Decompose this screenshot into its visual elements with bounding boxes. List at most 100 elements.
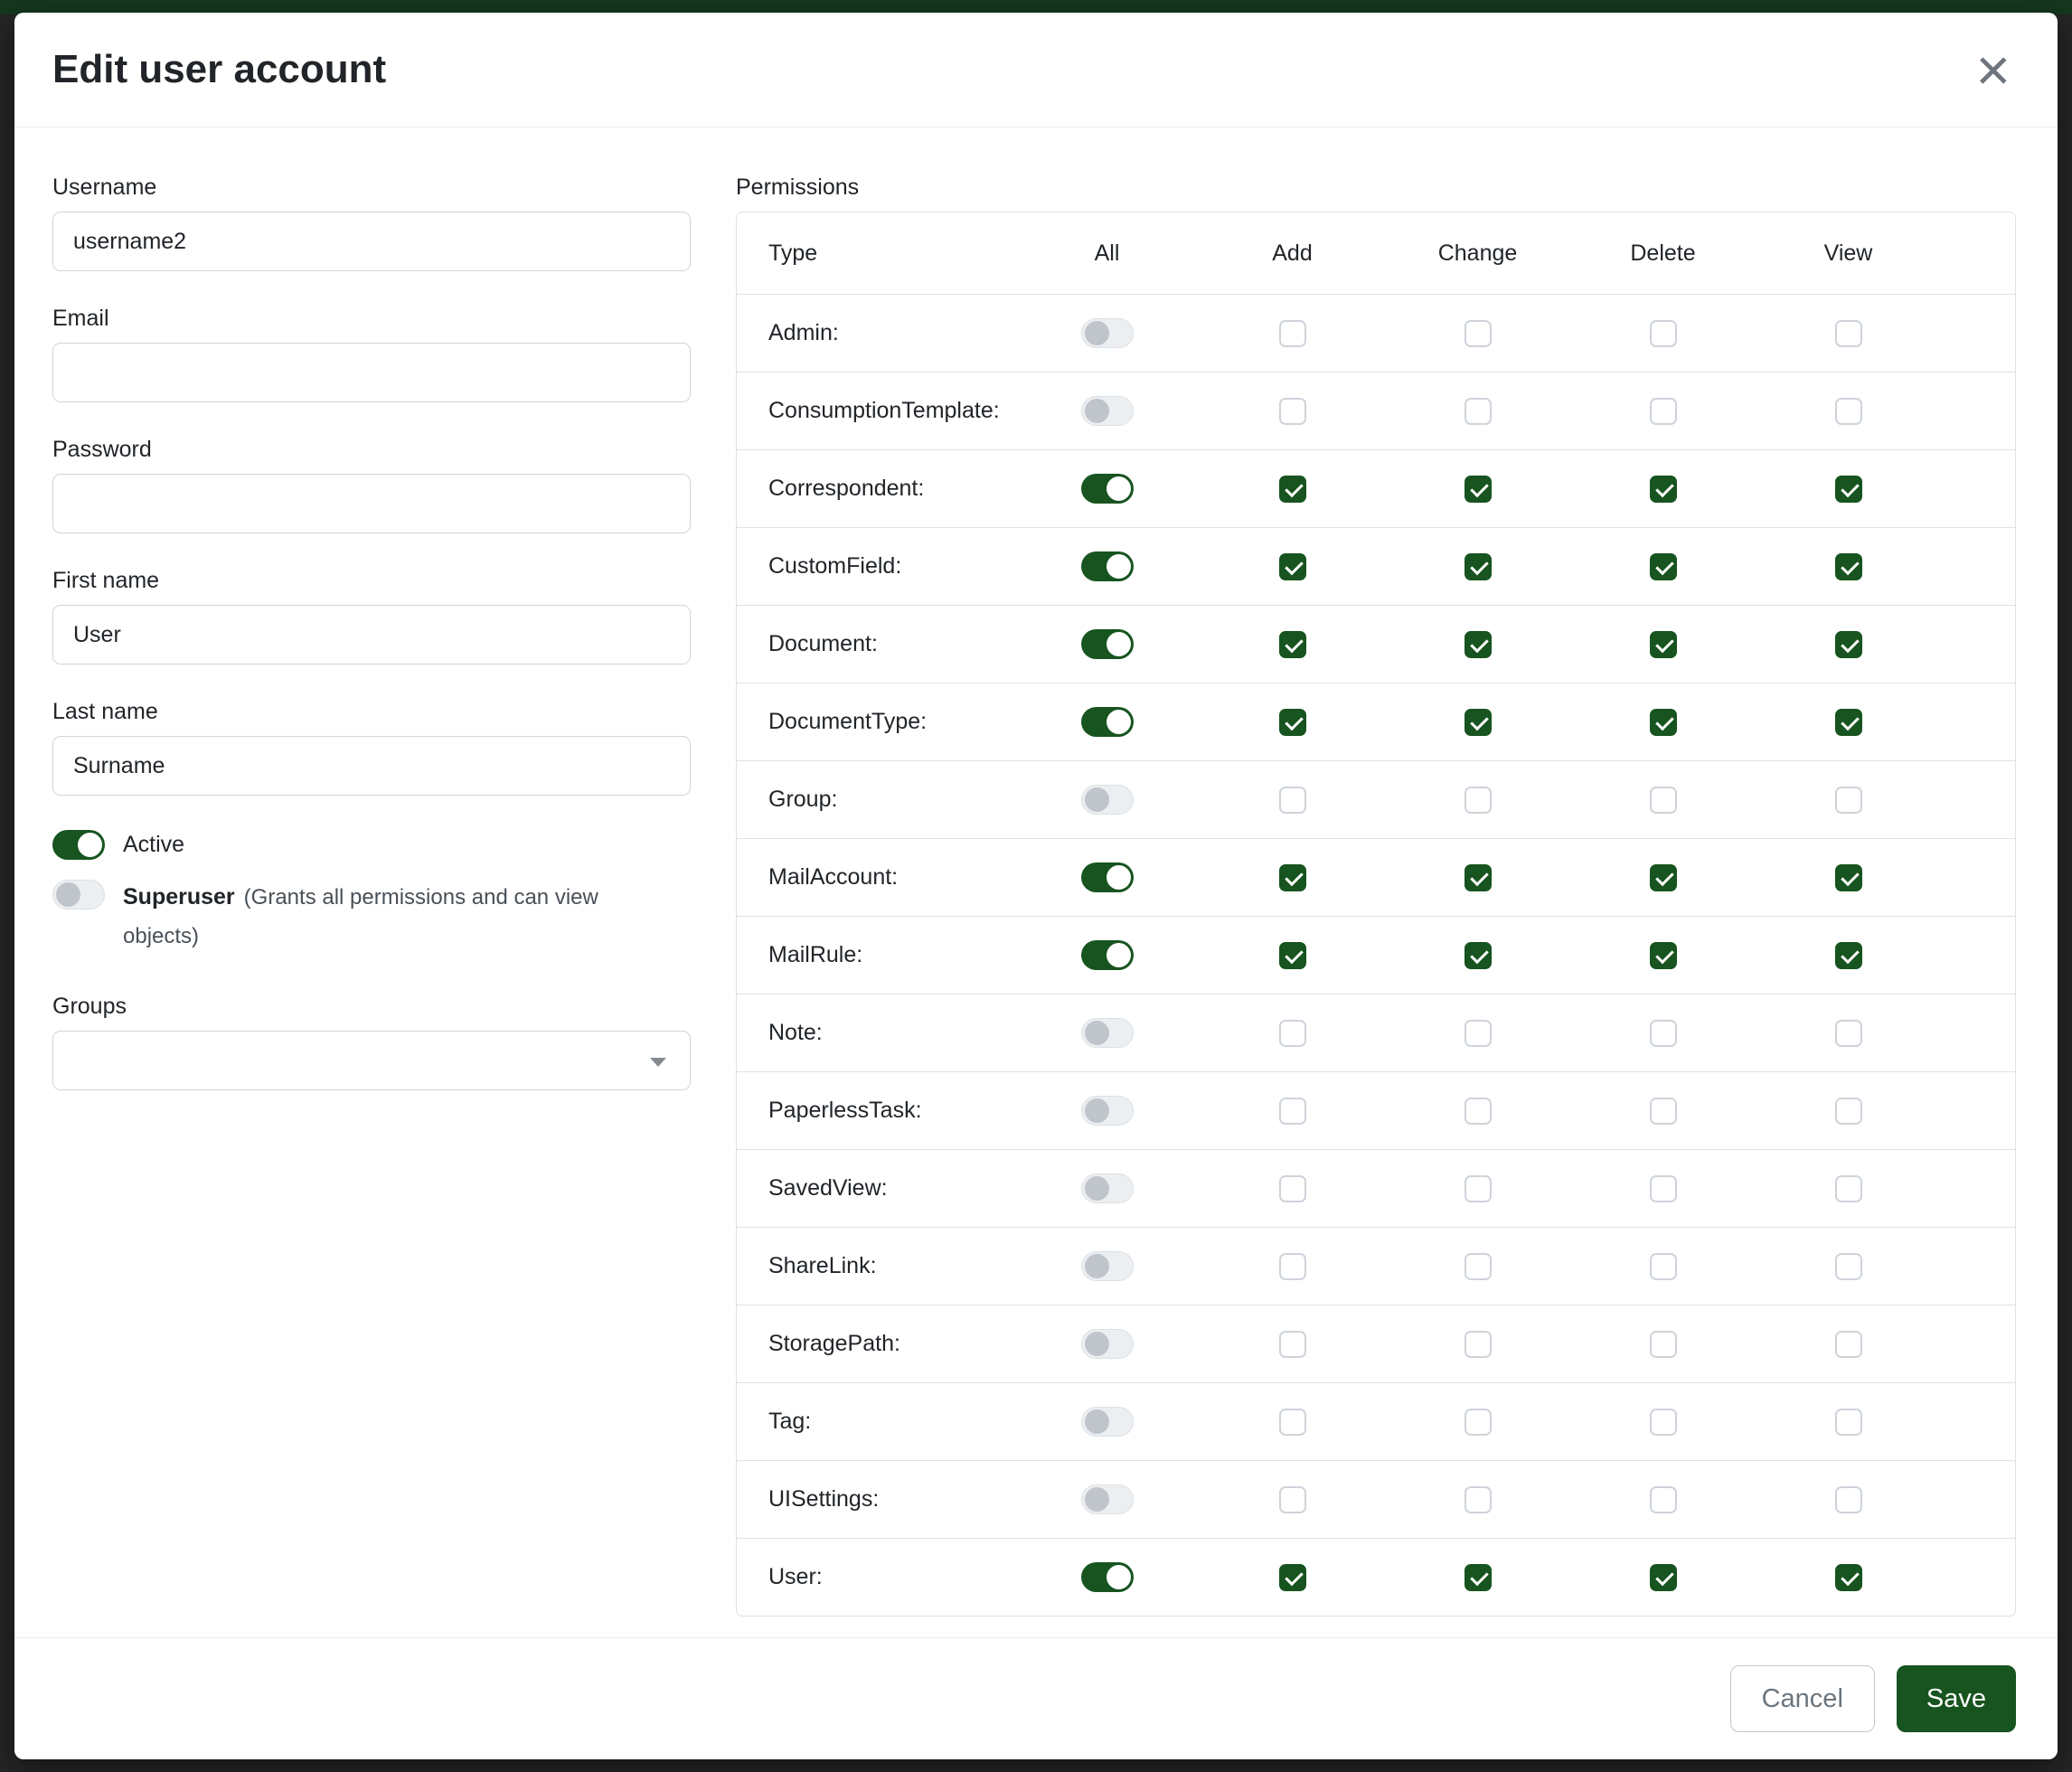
perm-all-toggle[interactable]: [1081, 1173, 1134, 1203]
perm-delete-checkbox[interactable]: [1650, 398, 1677, 425]
save-button[interactable]: Save: [1897, 1665, 2016, 1732]
perm-add-checkbox[interactable]: [1279, 787, 1306, 814]
superuser-toggle[interactable]: [52, 880, 105, 910]
perm-view-checkbox[interactable]: [1835, 942, 1862, 969]
perm-change-checkbox[interactable]: [1465, 476, 1492, 503]
perm-delete-checkbox[interactable]: [1650, 631, 1677, 658]
perm-add-checkbox[interactable]: [1279, 1253, 1306, 1280]
perm-change-checkbox[interactable]: [1465, 864, 1492, 891]
perm-add-checkbox[interactable]: [1279, 1020, 1306, 1047]
perm-add-checkbox[interactable]: [1279, 320, 1306, 347]
perm-delete-checkbox[interactable]: [1650, 476, 1677, 503]
perm-all-toggle[interactable]: [1081, 785, 1134, 815]
perm-view-checkbox[interactable]: [1835, 398, 1862, 425]
perm-delete-checkbox[interactable]: [1650, 1020, 1677, 1047]
perm-add-checkbox[interactable]: [1279, 1098, 1306, 1125]
password-input[interactable]: [52, 474, 691, 533]
perm-delete-checkbox[interactable]: [1650, 1409, 1677, 1436]
perm-change-checkbox[interactable]: [1465, 1175, 1492, 1202]
perm-change-checkbox[interactable]: [1465, 1253, 1492, 1280]
perm-all-toggle[interactable]: [1081, 474, 1134, 504]
perm-view-checkbox[interactable]: [1835, 864, 1862, 891]
perm-add-checkbox[interactable]: [1279, 1175, 1306, 1202]
perm-view-checkbox[interactable]: [1835, 1564, 1862, 1591]
perm-all-toggle[interactable]: [1081, 1407, 1134, 1437]
perm-all-toggle[interactable]: [1081, 551, 1134, 581]
dropdown-caret-icon: [650, 1058, 666, 1067]
close-button[interactable]: ×: [1970, 40, 2016, 99]
perm-change-checkbox[interactable]: [1465, 787, 1492, 814]
perm-change-checkbox[interactable]: [1465, 398, 1492, 425]
perm-add-checkbox[interactable]: [1279, 398, 1306, 425]
perm-delete-checkbox[interactable]: [1650, 320, 1677, 347]
perm-change-checkbox[interactable]: [1465, 1564, 1492, 1591]
perm-change-checkbox[interactable]: [1465, 1098, 1492, 1125]
cancel-button[interactable]: Cancel: [1730, 1665, 1875, 1732]
perm-delete-checkbox[interactable]: [1650, 942, 1677, 969]
groups-select[interactable]: [52, 1031, 691, 1090]
perm-all-toggle[interactable]: [1081, 940, 1134, 970]
email-input[interactable]: [52, 343, 691, 402]
perm-change-checkbox[interactable]: [1465, 1409, 1492, 1436]
perm-view-checkbox[interactable]: [1835, 631, 1862, 658]
perm-add-checkbox[interactable]: [1279, 1486, 1306, 1513]
perm-add-checkbox[interactable]: [1279, 476, 1306, 503]
perm-delete-checkbox[interactable]: [1650, 1175, 1677, 1202]
perm-all-toggle[interactable]: [1081, 318, 1134, 348]
perm-view-checkbox[interactable]: [1835, 709, 1862, 736]
perm-view-checkbox[interactable]: [1835, 1331, 1862, 1358]
perm-change-checkbox[interactable]: [1465, 942, 1492, 969]
first-name-input[interactable]: [52, 605, 691, 664]
perm-all-toggle[interactable]: [1081, 707, 1134, 737]
perm-add-checkbox[interactable]: [1279, 1409, 1306, 1436]
perm-view-checkbox[interactable]: [1835, 1020, 1862, 1047]
perm-all-toggle[interactable]: [1081, 862, 1134, 892]
perm-change-checkbox[interactable]: [1465, 1486, 1492, 1513]
perm-view-checkbox[interactable]: [1835, 1098, 1862, 1125]
perm-add-checkbox[interactable]: [1279, 1564, 1306, 1591]
perm-all-toggle[interactable]: [1081, 1096, 1134, 1126]
permission-row: Correspondent:: [737, 449, 2015, 527]
perm-view-checkbox[interactable]: [1835, 1175, 1862, 1202]
perm-change-checkbox[interactable]: [1465, 1331, 1492, 1358]
perm-view-checkbox[interactable]: [1835, 476, 1862, 503]
perm-delete-checkbox[interactable]: [1650, 709, 1677, 736]
perm-delete-checkbox[interactable]: [1650, 864, 1677, 891]
perm-change-checkbox[interactable]: [1465, 631, 1492, 658]
perm-add-checkbox[interactable]: [1279, 1331, 1306, 1358]
perm-change-checkbox[interactable]: [1465, 1020, 1492, 1047]
perm-delete-checkbox[interactable]: [1650, 553, 1677, 580]
perm-change-checkbox[interactable]: [1465, 320, 1492, 347]
perm-view-checkbox[interactable]: [1835, 787, 1862, 814]
perm-add-checkbox[interactable]: [1279, 864, 1306, 891]
column-header-type: Type: [737, 240, 1014, 267]
perm-all-toggle[interactable]: [1081, 1329, 1134, 1359]
perm-type-label: ShareLink:: [737, 1253, 1014, 1279]
perm-all-toggle[interactable]: [1081, 1562, 1134, 1592]
perm-change-checkbox[interactable]: [1465, 553, 1492, 580]
perm-add-checkbox[interactable]: [1279, 631, 1306, 658]
username-input[interactable]: [52, 212, 691, 271]
perm-view-checkbox[interactable]: [1835, 553, 1862, 580]
perm-view-checkbox[interactable]: [1835, 1486, 1862, 1513]
perm-all-toggle[interactable]: [1081, 1018, 1134, 1048]
perm-all-toggle[interactable]: [1081, 1251, 1134, 1281]
perm-delete-checkbox[interactable]: [1650, 1564, 1677, 1591]
perm-delete-checkbox[interactable]: [1650, 1098, 1677, 1125]
perm-view-checkbox[interactable]: [1835, 1409, 1862, 1436]
perm-add-checkbox[interactable]: [1279, 709, 1306, 736]
perm-all-toggle[interactable]: [1081, 396, 1134, 426]
active-toggle[interactable]: [52, 830, 105, 860]
perm-delete-checkbox[interactable]: [1650, 787, 1677, 814]
perm-delete-checkbox[interactable]: [1650, 1253, 1677, 1280]
last-name-input[interactable]: [52, 736, 691, 796]
perm-all-toggle[interactable]: [1081, 1485, 1134, 1514]
perm-change-checkbox[interactable]: [1465, 709, 1492, 736]
perm-view-checkbox[interactable]: [1835, 320, 1862, 347]
perm-add-checkbox[interactable]: [1279, 942, 1306, 969]
perm-all-toggle[interactable]: [1081, 629, 1134, 659]
perm-add-checkbox[interactable]: [1279, 553, 1306, 580]
perm-view-checkbox[interactable]: [1835, 1253, 1862, 1280]
perm-delete-checkbox[interactable]: [1650, 1331, 1677, 1358]
perm-delete-checkbox[interactable]: [1650, 1486, 1677, 1513]
